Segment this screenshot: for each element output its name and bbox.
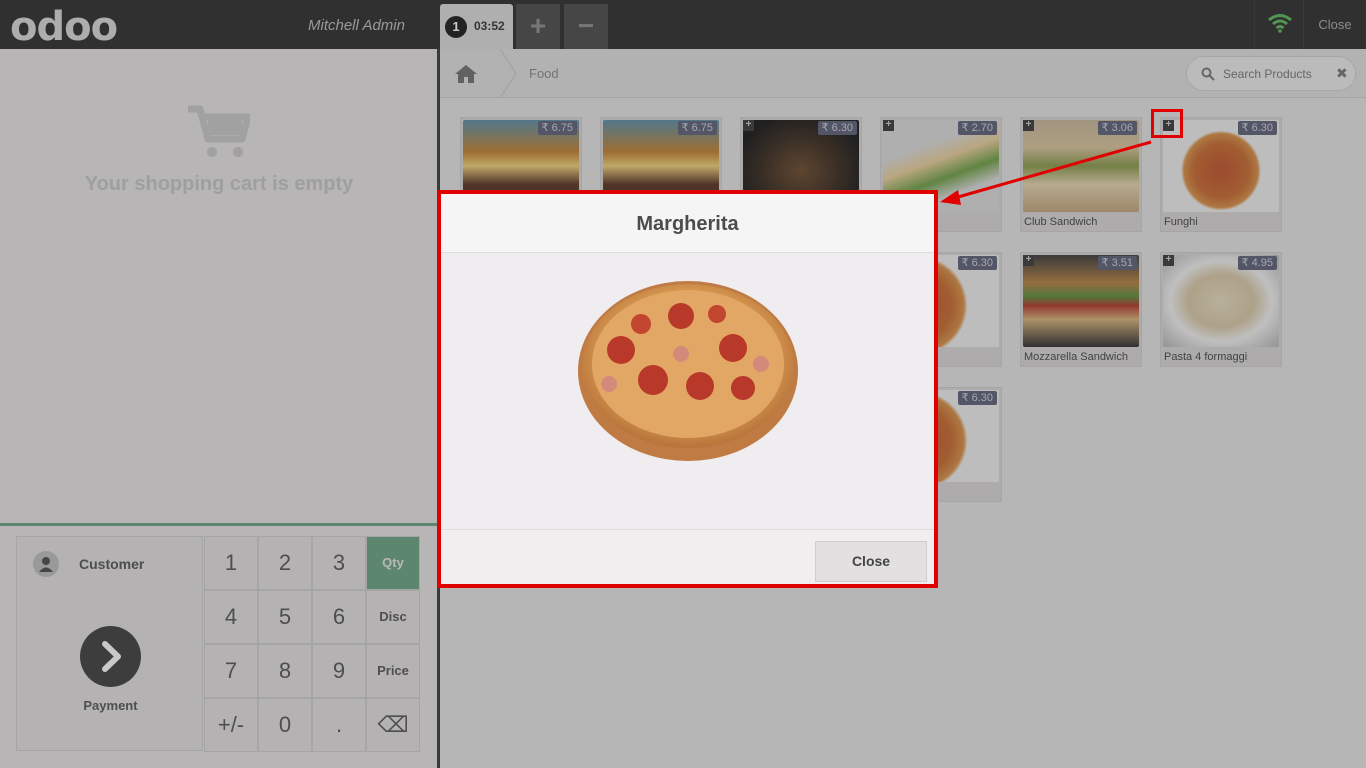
popup-header: Margherita [441,194,934,253]
popup-close-button[interactable]: Close [815,541,927,582]
popup-footer: Close [441,529,934,584]
popup-body [441,254,934,529]
pizza-image [578,281,798,461]
popup-title: Margherita [636,213,739,235]
product-image-popup: Margherita Close [437,190,938,588]
